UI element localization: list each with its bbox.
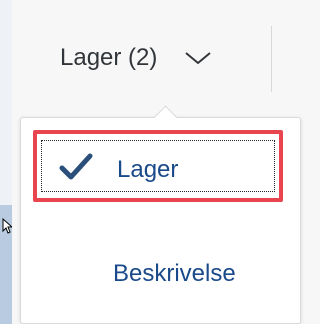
lager-dropdown-label: Lager (2): [60, 44, 158, 71]
dropdown-menu: Lager Beskrivelse: [20, 105, 301, 324]
menu-item-lager[interactable]: Lager: [33, 130, 283, 202]
mouse-cursor-icon: [2, 218, 12, 234]
dropdown-caret: [153, 105, 178, 130]
menu-item-label: Lager: [117, 156, 179, 183]
menu-item-beskrivelse[interactable]: Beskrivelse: [33, 236, 283, 308]
lager-dropdown-button[interactable]: Lager (2): [60, 38, 213, 78]
menu-item-label: Beskrivelse: [113, 260, 236, 287]
checkmark-icon: [59, 153, 93, 180]
toolbar-divider: [271, 26, 272, 92]
chevron-down-icon: [185, 52, 212, 65]
